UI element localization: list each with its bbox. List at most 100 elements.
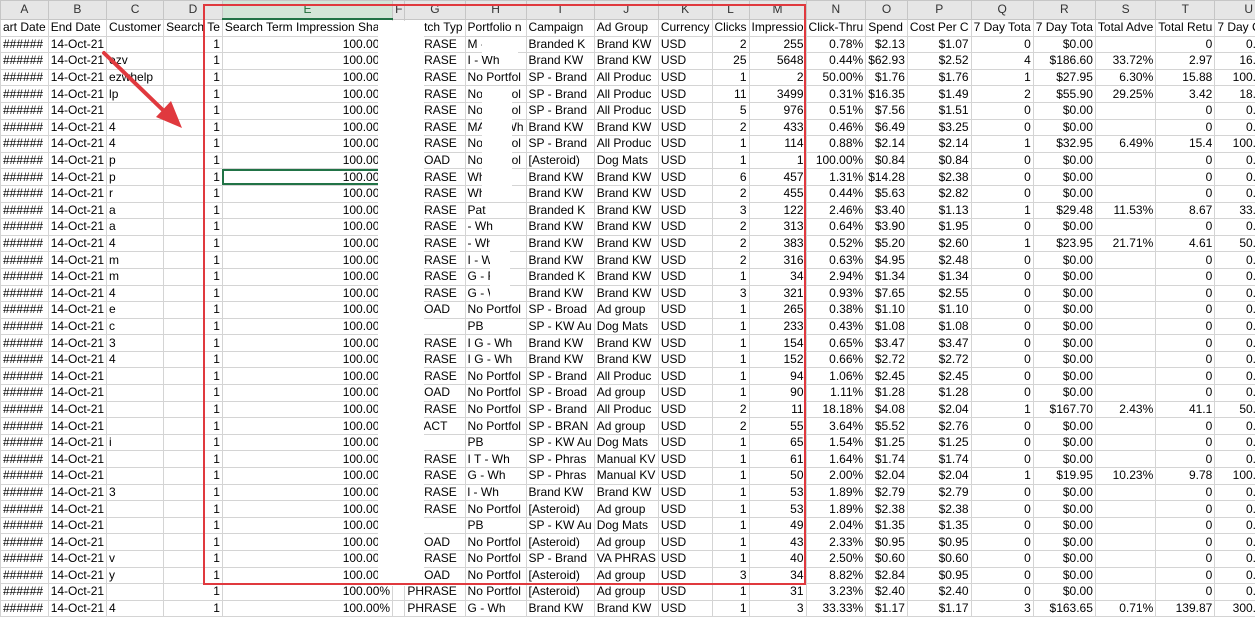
- cell[interactable]: 0.00%: [1214, 301, 1255, 319]
- cell[interactable]: SP - Brand: [525, 550, 595, 568]
- cell[interactable]: 233: [748, 317, 807, 336]
- cell[interactable]: v: [392, 467, 406, 485]
- cell[interactable]: 3.64%: [805, 417, 867, 435]
- cell[interactable]: $1.13: [906, 201, 972, 220]
- cell[interactable]: 3: [106, 483, 165, 502]
- cell[interactable]: No Portfol: [464, 85, 527, 103]
- cell[interactable]: PHRASE: [404, 201, 466, 220]
- cell[interactable]: [392, 583, 406, 601]
- cell[interactable]: PHRASE: [404, 599, 466, 618]
- cell[interactable]: 0.00%: [1214, 350, 1255, 369]
- cell[interactable]: $1.35: [865, 516, 908, 535]
- cell[interactable]: [106, 417, 165, 435]
- cell[interactable]: Brand KW: [593, 35, 659, 54]
- cell[interactable]: e: [392, 483, 406, 502]
- cell[interactable]: 255: [748, 35, 807, 54]
- cell[interactable]: 100.00%: [221, 68, 394, 87]
- cell[interactable]: $19.95: [1032, 467, 1096, 485]
- cell[interactable]: USD: [657, 201, 713, 220]
- cell[interactable]: Brand KW: [525, 184, 595, 203]
- cell[interactable]: 4: [106, 599, 165, 618]
- cell[interactable]: 100.00%: [221, 384, 394, 402]
- cell[interactable]: 0.00%: [1214, 317, 1255, 336]
- cell[interactable]: 14-Oct-21: [47, 118, 108, 137]
- cell[interactable]: e: [392, 101, 406, 120]
- cell[interactable]: 3.42: [1155, 85, 1216, 103]
- column-header-c[interactable]: C: [106, 0, 165, 20]
- cell[interactable]: 0: [970, 184, 1034, 203]
- header-cell[interactable]: art Date: [0, 18, 49, 37]
- cell[interactable]: 2: [711, 400, 750, 419]
- cell[interactable]: $2.14: [906, 135, 972, 153]
- cell[interactable]: No Portfol: [464, 583, 527, 601]
- cell[interactable]: $1.08: [906, 317, 972, 336]
- cell[interactable]: 100.00%: [1214, 68, 1255, 87]
- cell[interactable]: [1094, 583, 1157, 601]
- cell[interactable]: 4.61: [1155, 234, 1216, 253]
- cell[interactable]: 14-Oct-21: [47, 251, 108, 269]
- cell[interactable]: PHRASE: [404, 85, 466, 103]
- cell[interactable]: 2: [711, 251, 750, 269]
- header-cell[interactable]: Cost Per C: [906, 18, 972, 37]
- header-cell[interactable]: 7 Day Tota: [1032, 18, 1096, 37]
- cell[interactable]: 14-Oct-21: [47, 533, 108, 551]
- cell[interactable]: PHRASE: [404, 35, 466, 54]
- cell[interactable]: Brand KW: [525, 52, 595, 70]
- cell[interactable]: 1: [163, 367, 223, 386]
- cell[interactable]: $3.25: [906, 118, 972, 137]
- cell[interactable]: $1.25: [906, 433, 972, 452]
- cell[interactable]: 0: [970, 417, 1034, 435]
- cell[interactable]: -: [404, 317, 466, 336]
- cell[interactable]: 55: [748, 417, 807, 435]
- cell[interactable]: e: [392, 168, 406, 186]
- cell[interactable]: $0.84: [865, 151, 908, 170]
- cell[interactable]: 0: [970, 118, 1034, 137]
- cell[interactable]: 154: [748, 334, 807, 352]
- cell[interactable]: [1094, 284, 1157, 303]
- cell[interactable]: 2.97: [1155, 52, 1216, 70]
- cell[interactable]: ######: [0, 35, 49, 54]
- cell[interactable]: 100.00%: [221, 52, 394, 70]
- cell[interactable]: USD: [657, 483, 713, 502]
- cell[interactable]: Brand KW: [525, 350, 595, 369]
- cell[interactable]: 100.00%: [221, 118, 394, 137]
- cell[interactable]: $3.47: [906, 334, 972, 352]
- cell[interactable]: Ad group: [593, 500, 659, 518]
- cell[interactable]: 0: [970, 35, 1034, 54]
- cell[interactable]: e: [106, 301, 165, 319]
- cell[interactable]: 1: [163, 467, 223, 485]
- cell[interactable]: 100.00%: [221, 101, 394, 120]
- cell[interactable]: 313: [748, 218, 807, 236]
- cell[interactable]: 1: [163, 384, 223, 402]
- cell[interactable]: $27.95: [1032, 68, 1096, 87]
- cell[interactable]: 0: [970, 550, 1034, 568]
- cell[interactable]: No Portfol: [464, 566, 527, 585]
- cell[interactable]: 0.00%: [1214, 251, 1255, 269]
- cell[interactable]: PHRASE: [404, 450, 466, 469]
- cell[interactable]: 11.53%: [1094, 201, 1157, 220]
- cell[interactable]: 1: [163, 566, 223, 585]
- cell[interactable]: 0.00%: [1214, 516, 1255, 535]
- cell[interactable]: [106, 101, 165, 120]
- cell[interactable]: 0: [1155, 433, 1216, 452]
- cell[interactable]: BROAD: [404, 533, 466, 551]
- cell[interactable]: USD: [657, 52, 713, 70]
- cell[interactable]: 383: [748, 234, 807, 253]
- cell[interactable]: $0.00: [1032, 184, 1096, 203]
- cell[interactable]: $2.04: [906, 467, 972, 485]
- cell[interactable]: [106, 450, 165, 469]
- cell[interactable]: 14-Oct-21: [47, 301, 108, 319]
- cell[interactable]: Brand KW: [525, 599, 595, 618]
- cell[interactable]: $23.95: [1032, 234, 1096, 253]
- cell[interactable]: $1.07: [906, 35, 972, 54]
- cell[interactable]: 14-Oct-21: [47, 317, 108, 336]
- cell[interactable]: $1.76: [865, 68, 908, 87]
- cell[interactable]: ######: [0, 550, 49, 568]
- cell[interactable]: 0.43%: [805, 317, 867, 336]
- cell[interactable]: 0: [970, 583, 1034, 601]
- cell[interactable]: ######: [0, 566, 49, 585]
- cell[interactable]: SP - Broad: [525, 301, 595, 319]
- cell[interactable]: $0.00: [1032, 450, 1096, 469]
- cell[interactable]: 0.88%: [805, 135, 867, 153]
- cell[interactable]: 100.00%: [221, 35, 394, 54]
